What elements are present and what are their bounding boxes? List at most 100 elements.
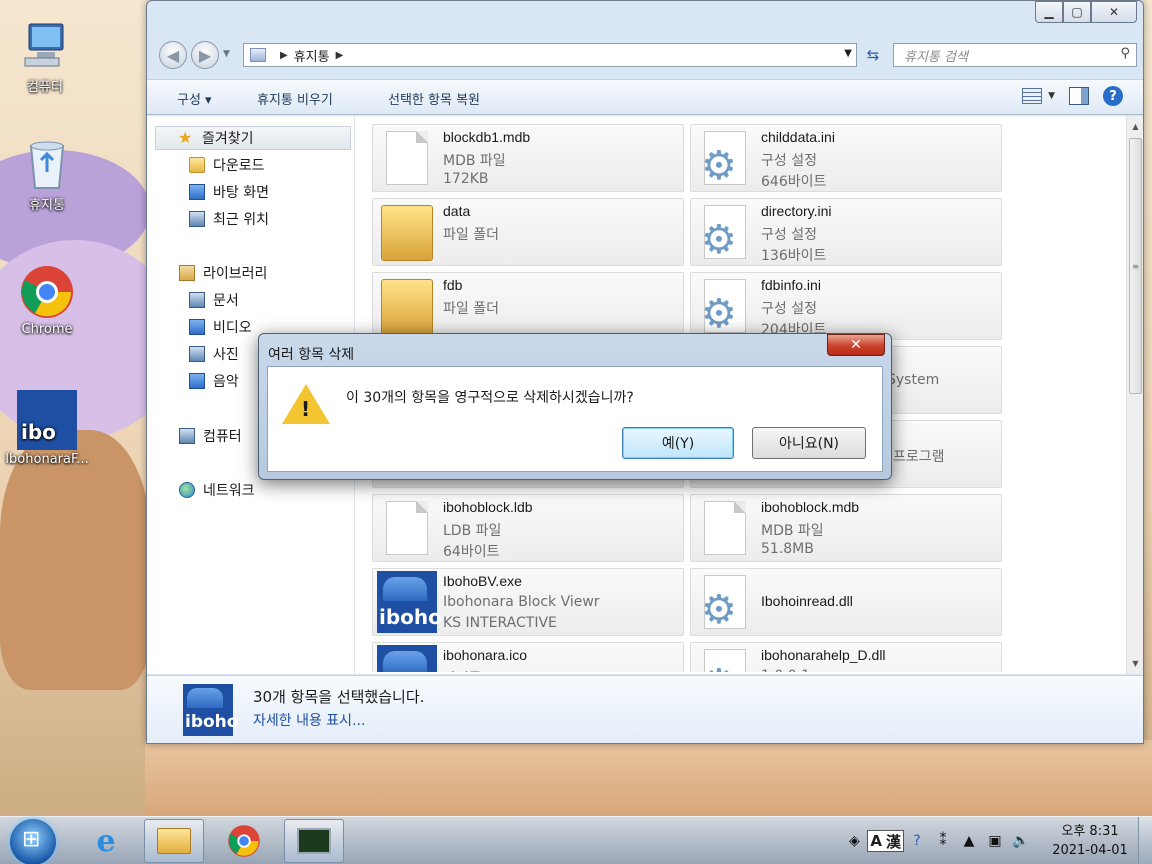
scroll-up-arrow-icon[interactable]: ▲ (1127, 118, 1144, 135)
nav-pictures[interactable]: 사진 (189, 342, 239, 366)
search-icon[interactable]: ⚲ (1120, 46, 1130, 61)
volume-icon[interactable]: 🔈 (1010, 830, 1032, 852)
yes-button[interactable]: 예(Y) (622, 427, 734, 459)
refresh-icon[interactable]: ⇆ (861, 43, 885, 67)
file-item[interactable]: ibohoblock.mdb MDB 파일 51.8MB (690, 494, 1002, 562)
desktop-icon-recycle-bin[interactable]: 휴지통 (2, 136, 92, 213)
window-controls: ▁ ▢ ✕ (1035, 1, 1137, 23)
desktop-icon-iboho[interactable]: ibo IbohonaraF... (2, 390, 92, 467)
search-input[interactable]: 휴지통 검색 ⚲ (893, 43, 1137, 67)
preview-pane-icon[interactable] (1069, 87, 1089, 105)
file-item[interactable]: blockdb1.mdb MDB 파일 172KB (372, 124, 684, 192)
ime-mode-indicator[interactable]: A漢 (867, 830, 904, 852)
nav-downloads[interactable]: 다운로드 (189, 153, 265, 177)
scroll-thumb[interactable]: ≡ (1129, 138, 1142, 394)
nav-label: 네트워크 (203, 483, 255, 499)
library-icon (179, 265, 195, 281)
file-name: ibohoblock.mdb (761, 499, 860, 515)
nav-label: 사진 (213, 347, 239, 363)
nav-desktop[interactable]: 바탕 화면 (189, 180, 269, 204)
breadcrumb-recycle-bin[interactable]: 휴지통 (294, 46, 330, 65)
file-item[interactable]: iboho IbohoBV.exe Ibohonara Block Viewr … (372, 568, 684, 636)
scroll-down-arrow-icon[interactable]: ▼ (1127, 655, 1144, 672)
vertical-scrollbar[interactable]: ▲ ≡ ▼ (1126, 116, 1143, 674)
address-dropdown-icon[interactable]: ▼ (844, 48, 852, 59)
restore-selected-button[interactable]: 선택한 항목 복원 (388, 89, 480, 108)
taskbar: e ◈ A漢 ? ⁑ ▲ ▣ 🔈 오후 8:31 2021-04-01 (0, 816, 1152, 864)
dialog-close-button[interactable]: ✕ (827, 334, 885, 356)
document-icon (386, 131, 428, 185)
desktop-icon-computer[interactable]: 컴퓨터 (0, 18, 90, 95)
nav-videos[interactable]: 비디오 (189, 315, 252, 339)
clock-time: 오후 8:31 (1061, 824, 1119, 839)
ime-alpha: A (870, 832, 882, 850)
file-type: 구성 설정 (761, 153, 817, 169)
file-type: 아이콘 (443, 668, 482, 672)
monitor-app-icon[interactable] (284, 819, 344, 863)
back-button[interactable]: ◀ (159, 41, 187, 69)
nav-recent[interactable]: 최근 위치 (189, 207, 269, 231)
chevron-right-icon[interactable]: ▶ (280, 50, 288, 61)
ime-help-icon[interactable]: ? (906, 830, 928, 852)
file-item[interactable]: ibohoblock.ldb LDB 파일 64바이트 (372, 494, 684, 562)
clock-date: 2021-04-01 (1052, 843, 1128, 858)
settings-file-icon (701, 131, 746, 186)
file-item[interactable]: data 파일 폴더 (372, 198, 684, 266)
internet-explorer-icon[interactable]: e (76, 819, 136, 863)
nav-label: 즐겨찾기 (202, 131, 254, 147)
nav-documents[interactable]: 문서 (189, 288, 239, 312)
close-button[interactable]: ✕ (1091, 1, 1137, 23)
explorer-icon[interactable] (144, 819, 204, 863)
ime-options-icon[interactable]: ⁑ (932, 830, 954, 852)
chevron-right-icon[interactable]: ▶ (336, 50, 344, 61)
chrome-icon[interactable] (214, 819, 274, 863)
desktop-icon-label: 컴퓨터 (27, 80, 63, 95)
nav-favorites[interactable]: ★ 즐겨찾기 (155, 126, 351, 150)
file-type: 파일 폴더 (443, 301, 499, 317)
address-row: ◀ ▶ ▼ ▶ 휴지통 ▶ ▼ ⇆ 휴지통 검색 ⚲ (157, 39, 1137, 71)
nav-network[interactable]: 네트워크 (179, 478, 255, 502)
help-icon[interactable]: ? (1103, 86, 1123, 106)
network-status-icon[interactable]: ▣ (984, 830, 1006, 852)
organize-button[interactable]: 구성 ▾ (177, 89, 212, 108)
nav-libraries[interactable]: 라이브러리 (179, 261, 267, 285)
folder-icon (381, 205, 433, 261)
file-item[interactable]: ibohonara.ico 아이콘 (372, 642, 684, 672)
music-icon (189, 373, 205, 389)
show-more-details-link[interactable]: 자세한 내용 표시... (253, 710, 365, 730)
file-item[interactable]: childdata.ini 구성 설정 646바이트 (690, 124, 1002, 192)
forward-button[interactable]: ▶ (191, 41, 219, 69)
document-icon (386, 501, 428, 555)
desktop-icon-chrome[interactable]: Chrome (2, 264, 92, 337)
desktop-icon-label: Chrome (21, 322, 73, 337)
recent-pages-dropdown[interactable]: ▼ (223, 49, 230, 59)
empty-recycle-bin-button[interactable]: 휴지통 비우기 (257, 89, 333, 108)
clock[interactable]: 오후 8:31 2021-04-01 (1042, 822, 1138, 860)
show-hidden-icons-icon[interactable]: ▲ (958, 830, 980, 852)
file-item[interactable]: Ibohoinread.dll (690, 568, 1002, 636)
file-version: 1.0.0.1 (761, 668, 810, 672)
view-options-icon[interactable] (1022, 88, 1043, 104)
show-desktop-button[interactable] (1138, 817, 1152, 864)
iboho-icon: iboho (183, 684, 238, 736)
file-item[interactable]: ibohonarahelp_D.dll 1.0.0.1 (690, 642, 1002, 672)
language-bar-icon[interactable]: ◈ (843, 830, 865, 852)
nav-label: 컴퓨터 (203, 429, 242, 445)
start-button[interactable] (10, 819, 56, 864)
nav-music[interactable]: 음악 (189, 369, 239, 393)
ime-hanja: 漢 (885, 832, 901, 851)
file-item[interactable]: fdbinfo.ini 구성 설정 204바이트 (690, 272, 1002, 340)
computer-icon (179, 428, 195, 444)
file-type: 구성 설정 (761, 227, 817, 243)
nav-computer[interactable]: 컴퓨터 (179, 424, 242, 448)
file-type: 파일 폴더 (443, 227, 499, 243)
address-bar[interactable]: ▶ 휴지통 ▶ ▼ (243, 43, 857, 67)
view-dropdown-icon[interactable]: ▼ (1048, 91, 1055, 101)
iboho-icon (377, 645, 437, 672)
no-button[interactable]: 아니요(N) (752, 427, 866, 459)
file-item[interactable]: fdb 파일 폴더 (372, 272, 684, 340)
minimize-button[interactable]: ▁ (1035, 1, 1063, 23)
file-item[interactable]: directory.ini 구성 설정 136바이트 (690, 198, 1002, 266)
file-name: ibohonarahelp_D.dll (761, 647, 886, 663)
maximize-button[interactable]: ▢ (1063, 1, 1091, 23)
